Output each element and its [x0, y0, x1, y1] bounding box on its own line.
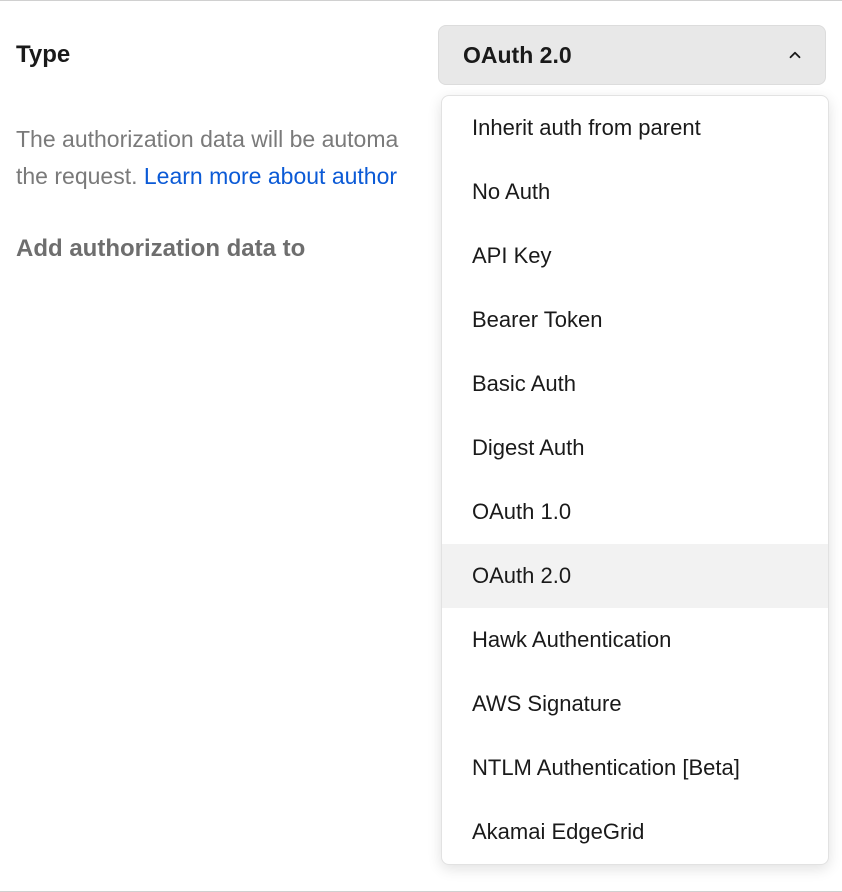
auth-type-option[interactable]: Hawk Authentication: [442, 608, 828, 672]
auth-type-select[interactable]: OAuth 2.0: [438, 25, 826, 85]
auth-type-option[interactable]: AWS Signature: [442, 672, 828, 736]
auth-type-option[interactable]: OAuth 1.0: [442, 480, 828, 544]
auth-type-option[interactable]: Digest Auth: [442, 416, 828, 480]
auth-type-option-label: OAuth 2.0: [472, 563, 571, 589]
auth-type-option-label: OAuth 1.0: [472, 499, 571, 525]
auth-description-text-2: the request.: [16, 163, 144, 189]
auth-type-option-label: NTLM Authentication [Beta]: [472, 755, 740, 781]
auth-type-option[interactable]: OAuth 2.0: [442, 544, 828, 608]
auth-type-dropdown: Inherit auth from parent No Auth API Key Be…: [441, 95, 829, 865]
auth-type-value: OAuth 2.0: [463, 42, 572, 69]
auth-type-option-label: Digest Auth: [472, 435, 585, 461]
auth-type-option[interactable]: Basic Auth: [442, 352, 828, 416]
chevron-up-icon: [785, 45, 805, 65]
auth-type-option[interactable]: No Auth: [442, 160, 828, 224]
auth-type-option[interactable]: Inherit auth from parent: [442, 96, 828, 160]
auth-type-option[interactable]: Bearer Token: [442, 288, 828, 352]
auth-type-option-label: API Key: [472, 243, 551, 269]
type-label: Type: [16, 41, 70, 69]
auth-type-option[interactable]: API Key: [442, 224, 828, 288]
auth-type-option-label: Basic Auth: [472, 371, 576, 397]
auth-type-option[interactable]: Akamai EdgeGrid: [442, 800, 828, 864]
auth-type-option-label: Hawk Authentication: [472, 627, 671, 653]
auth-type-option-label: AWS Signature: [472, 691, 622, 717]
auth-type-option-label: Inherit auth from parent: [472, 115, 701, 141]
learn-more-link[interactable]: Learn more about author: [144, 163, 397, 189]
auth-type-row: Type OAuth 2.0: [0, 1, 842, 85]
auth-description-text-1: The authorization data will be automa: [16, 126, 398, 152]
auth-type-option-label: Bearer Token: [472, 307, 602, 333]
auth-type-option[interactable]: NTLM Authentication [Beta]: [442, 736, 828, 800]
auth-type-option-label: No Auth: [472, 179, 550, 205]
auth-type-option-label: Akamai EdgeGrid: [472, 819, 644, 845]
